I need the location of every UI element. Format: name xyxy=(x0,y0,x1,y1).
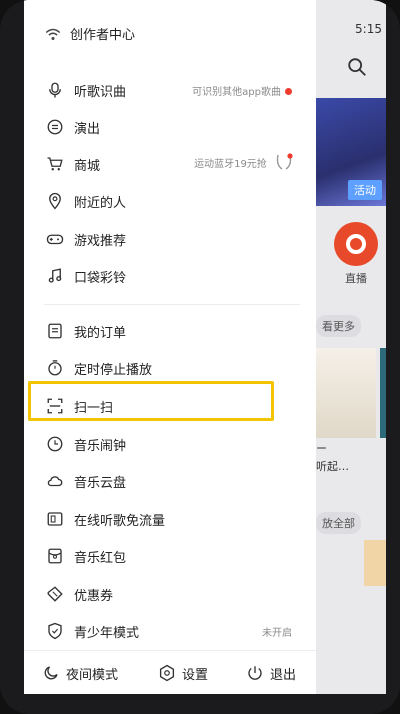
exit-button[interactable]: 退出 xyxy=(246,664,296,683)
see-more-button[interactable]: 看更多 xyxy=(316,315,361,337)
menu-item-label: 音乐云盘 xyxy=(74,475,127,491)
menu-item-teen-mode[interactable]: 青少年模式 未开启 xyxy=(24,613,316,649)
night-mode-button[interactable]: 夜间模式 xyxy=(42,664,118,683)
menu-item-label: 游戏推荐 xyxy=(74,233,127,249)
menu-item-alarm[interactable]: 音乐闹钟 xyxy=(24,426,316,462)
album-cover[interactable] xyxy=(316,348,376,438)
section-divider xyxy=(44,304,300,305)
moon-icon xyxy=(44,666,58,680)
menu-item-label: 附近的人 xyxy=(74,195,127,211)
microphone-icon xyxy=(49,82,61,98)
cloud-icon xyxy=(47,476,63,487)
album-cover[interactable] xyxy=(380,348,386,438)
menu-item-label: 口袋彩铃 xyxy=(74,270,127,286)
teen-mode-status: 未开启 xyxy=(262,627,292,639)
menu-item-label: 优惠券 xyxy=(74,588,114,604)
notification-dot xyxy=(285,88,292,95)
banner-tag: 活动 xyxy=(348,180,382,200)
menu-item-nearby[interactable]: 附近的人 xyxy=(24,183,316,219)
scan-highlight-frame xyxy=(28,381,274,421)
status-time: 5:15 xyxy=(355,22,382,36)
menu-item-label: 商城 xyxy=(74,158,101,174)
screen: 5:15 活动 直播 看更多 ー 听起… 放全部 创作者中心 听歌识曲 可识别其… xyxy=(24,0,386,694)
menu-item-label: 定时停止播放 xyxy=(74,362,153,378)
clock-icon xyxy=(47,436,63,452)
navigation-bar xyxy=(0,694,400,714)
background-app: 5:15 活动 直播 看更多 ー 听起… 放全部 xyxy=(316,0,386,694)
menu-item-label: 音乐红包 xyxy=(74,550,127,566)
play-all-button[interactable]: 放全部 xyxy=(316,512,361,534)
shield-icon xyxy=(48,622,62,640)
menu-item-label: 演出 xyxy=(74,121,101,137)
menu-item-show[interactable]: 演出 xyxy=(24,109,316,145)
night-mode-label: 夜间模式 xyxy=(66,667,119,683)
coupon-icon xyxy=(47,586,63,602)
settings-button[interactable]: 设置 xyxy=(158,664,208,683)
wifi-signal-icon xyxy=(45,28,61,40)
menu-item-hint: 可识别其他app歌曲 xyxy=(192,83,292,98)
album-caption: 听起… xyxy=(316,460,349,473)
banner[interactable]: 活动 xyxy=(316,98,386,206)
settings-label: 设置 xyxy=(182,667,209,683)
menu-item-label: 听歌识曲 xyxy=(74,84,127,100)
live-label: 直播 xyxy=(345,272,367,285)
menu-item-mall[interactable]: 商城 运动蓝牙19元抢 xyxy=(24,146,316,182)
menu-item-recognize[interactable]: 听歌识曲 可识别其他app歌曲 xyxy=(24,72,316,108)
album-caption: ー xyxy=(316,442,327,455)
menu-item-label: 在线听歌免流量 xyxy=(74,513,166,529)
phone-frame: 5:15 活动 直播 看更多 ー 听起… 放全部 创作者中心 听歌识曲 可识别其… xyxy=(0,0,400,714)
bottom-divider xyxy=(24,650,316,651)
menu-item-coupon[interactable]: 优惠券 xyxy=(24,576,316,612)
side-drawer: 创作者中心 听歌识曲 可识别其他app歌曲 演出 商城 运动蓝牙19元抢 附近的… xyxy=(24,0,316,694)
album-cover[interactable] xyxy=(364,540,386,586)
menu-item-ringtone[interactable]: 口袋彩铃 xyxy=(24,258,316,294)
menu-item-orders[interactable]: 我的订单 xyxy=(24,313,316,349)
menu-item-label: 青少年模式 xyxy=(74,625,140,641)
sim-icon xyxy=(47,512,63,526)
menu-item-hint: 运动蓝牙19元抢 xyxy=(194,153,294,175)
gear-icon xyxy=(159,664,175,682)
earphones-icon xyxy=(276,153,293,170)
menu-item-label: 我的订单 xyxy=(74,325,127,341)
live-icon[interactable] xyxy=(334,222,378,266)
document-icon xyxy=(48,323,62,339)
ticket-icon xyxy=(47,119,63,135)
menu-item-cloud[interactable]: 音乐云盘 xyxy=(24,463,316,499)
drawer-bottom-bar: 夜间模式 设置 退出 xyxy=(24,656,316,690)
exit-label: 退出 xyxy=(270,667,297,683)
search-icon[interactable] xyxy=(346,56,368,78)
creator-center[interactable]: 创作者中心 xyxy=(44,24,135,43)
music-note-icon xyxy=(48,268,62,283)
red-envelope-icon xyxy=(48,548,62,564)
menu-item-games[interactable]: 游戏推荐 xyxy=(24,221,316,257)
creator-center-label: 创作者中心 xyxy=(70,28,136,43)
menu-item-redpacket[interactable]: 音乐红包 xyxy=(24,538,316,574)
power-icon xyxy=(248,666,262,680)
timer-icon xyxy=(48,360,62,376)
gamepad-icon xyxy=(46,234,64,245)
location-icon xyxy=(49,192,61,210)
menu-item-freeflow[interactable]: 在线听歌免流量 xyxy=(24,501,316,537)
cart-icon xyxy=(47,157,63,171)
menu-item-label: 音乐闹钟 xyxy=(74,438,127,454)
